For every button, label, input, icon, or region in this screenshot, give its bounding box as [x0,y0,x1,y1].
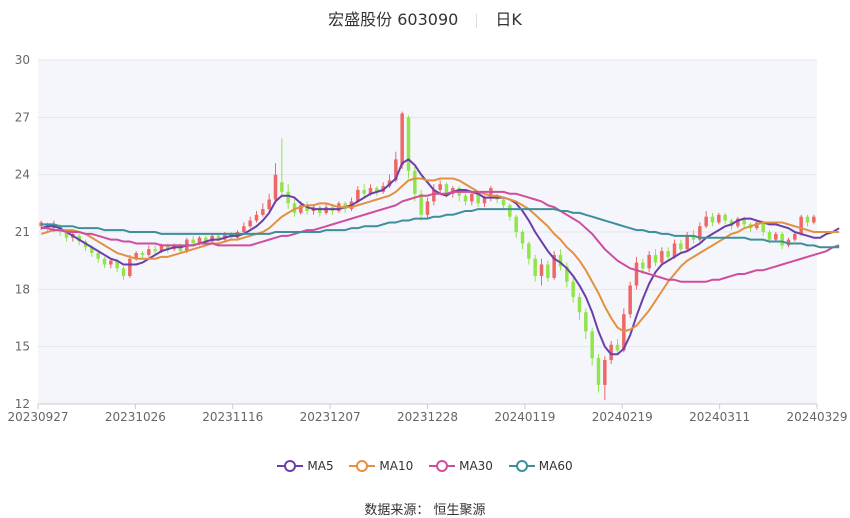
legend-marker-ma5 [277,458,304,474]
y-tick-label: 15 [15,340,30,354]
candle-body [248,220,252,227]
candle-body [191,239,195,244]
candle-body [254,214,259,221]
legend-label-ma5: MA5 [307,459,334,473]
x-tick-label: 20231026 [105,410,166,424]
candle-body [710,216,715,223]
candle-body [109,260,113,265]
candle-body [603,360,607,385]
candle-body [717,214,721,223]
legend-item-ma30[interactable]: MA30 [429,458,493,474]
candle-body [514,216,518,232]
legend-item-ma10[interactable]: MA10 [349,458,413,474]
x-tick-label: 20230927 [7,410,68,424]
candle-body [102,258,107,265]
legend-marker-ma60 [508,458,535,474]
candle-body [267,199,271,210]
candle-body [641,262,645,269]
candle-body [128,258,132,276]
candle-body [577,296,582,313]
x-tick-label: 20240119 [494,410,555,424]
candle-body [628,285,632,315]
y-tick-label: 30 [15,53,30,67]
candle-body [533,258,537,276]
candle-body [406,117,411,171]
candle-body [596,358,601,385]
candle-body [463,195,468,202]
candle-body [723,214,727,221]
candle-body [571,281,575,297]
candle-body [805,216,810,223]
y-tick-label: 12 [15,397,30,411]
candle-body [653,254,658,263]
x-tick-label: 20240311 [689,410,750,424]
legend-item-ma5[interactable]: MA5 [277,458,334,474]
candle-body [425,201,430,215]
candle-body [767,232,772,240]
chart-legend: MA5 MA10 MA30 MA60 [0,458,850,477]
candle-body [470,193,474,202]
candle-body [444,184,449,194]
candle-body [520,232,525,244]
candle-body [153,249,157,252]
x-tick-label: 20240329 [786,410,847,424]
candle-body [508,205,512,217]
candle-body [242,226,246,232]
legend-label-ma60: MA60 [538,459,573,473]
candle-body [780,233,784,246]
candle-body [812,216,816,223]
legend-label-ma10: MA10 [379,459,414,473]
candle-body [438,184,442,190]
candle-body [704,216,708,227]
candle-body [527,243,531,259]
candle-body [286,191,290,204]
y-tick-label: 18 [15,282,30,296]
candle-body [400,113,404,166]
candle-body [261,209,265,215]
candle-body [774,233,778,240]
x-tick-label: 20240219 [592,410,653,424]
y-tick-label: 21 [15,225,30,239]
candle-body [413,170,417,194]
candle-body [280,182,284,192]
x-tick-label: 20231228 [397,410,458,424]
candle-body [96,253,100,259]
candle-body [147,249,151,255]
candle-body [539,264,544,276]
candlestick-chart: 12 15 18 21 24 27 30 20230927 20231026 20231116 20… [7,53,847,424]
candle-body [501,199,506,206]
legend-label-ma30: MA30 [459,459,493,473]
candle-body [647,254,651,269]
candle-body [672,243,677,257]
candle-body [666,251,670,257]
candle-body [634,262,639,286]
legend-marker-ma10 [349,458,376,474]
y-tick-label: 27 [15,110,30,124]
legend-marker-ma30 [429,458,456,474]
candle-body [121,268,126,276]
y-tick-label: 24 [15,168,30,182]
candle-body [140,253,145,255]
candle-body [273,174,278,200]
legend-item-ma60[interactable]: MA60 [508,458,573,474]
x-tick-label: 20231207 [300,410,361,424]
candle-body [685,235,689,250]
candle-body [615,344,620,351]
candle-body [679,243,683,250]
candle-body [546,264,550,278]
candle-body [590,331,594,359]
candle-body [761,222,765,232]
candle-body [799,216,803,234]
candle-body [362,189,366,194]
candle-body [793,233,797,240]
candle-body [660,251,664,263]
x-tick-label: 20231116 [202,410,263,424]
data-source: 数据来源： 恒生聚源 [364,503,486,518]
candle-body [584,312,588,332]
